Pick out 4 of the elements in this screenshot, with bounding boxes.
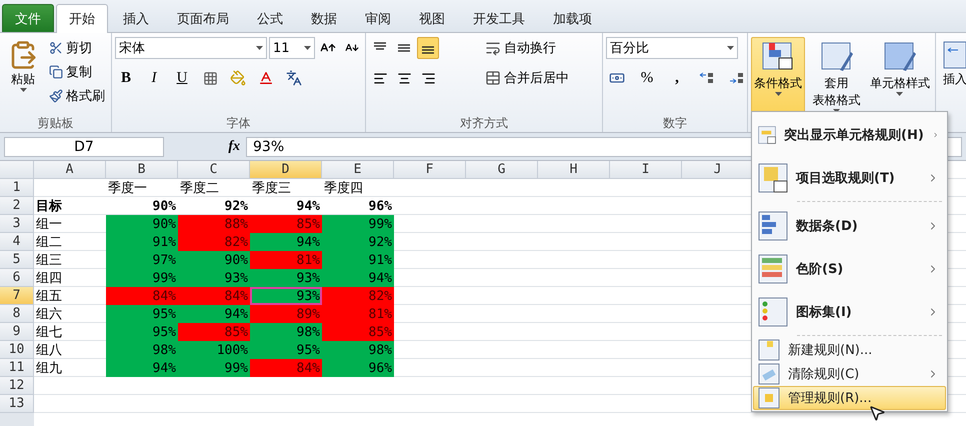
group-label: 字体	[226, 115, 252, 132]
group-label: 对齐方式	[459, 115, 509, 132]
group-label: 剪贴板	[36, 115, 74, 132]
group-label: 数字	[662, 115, 688, 132]
